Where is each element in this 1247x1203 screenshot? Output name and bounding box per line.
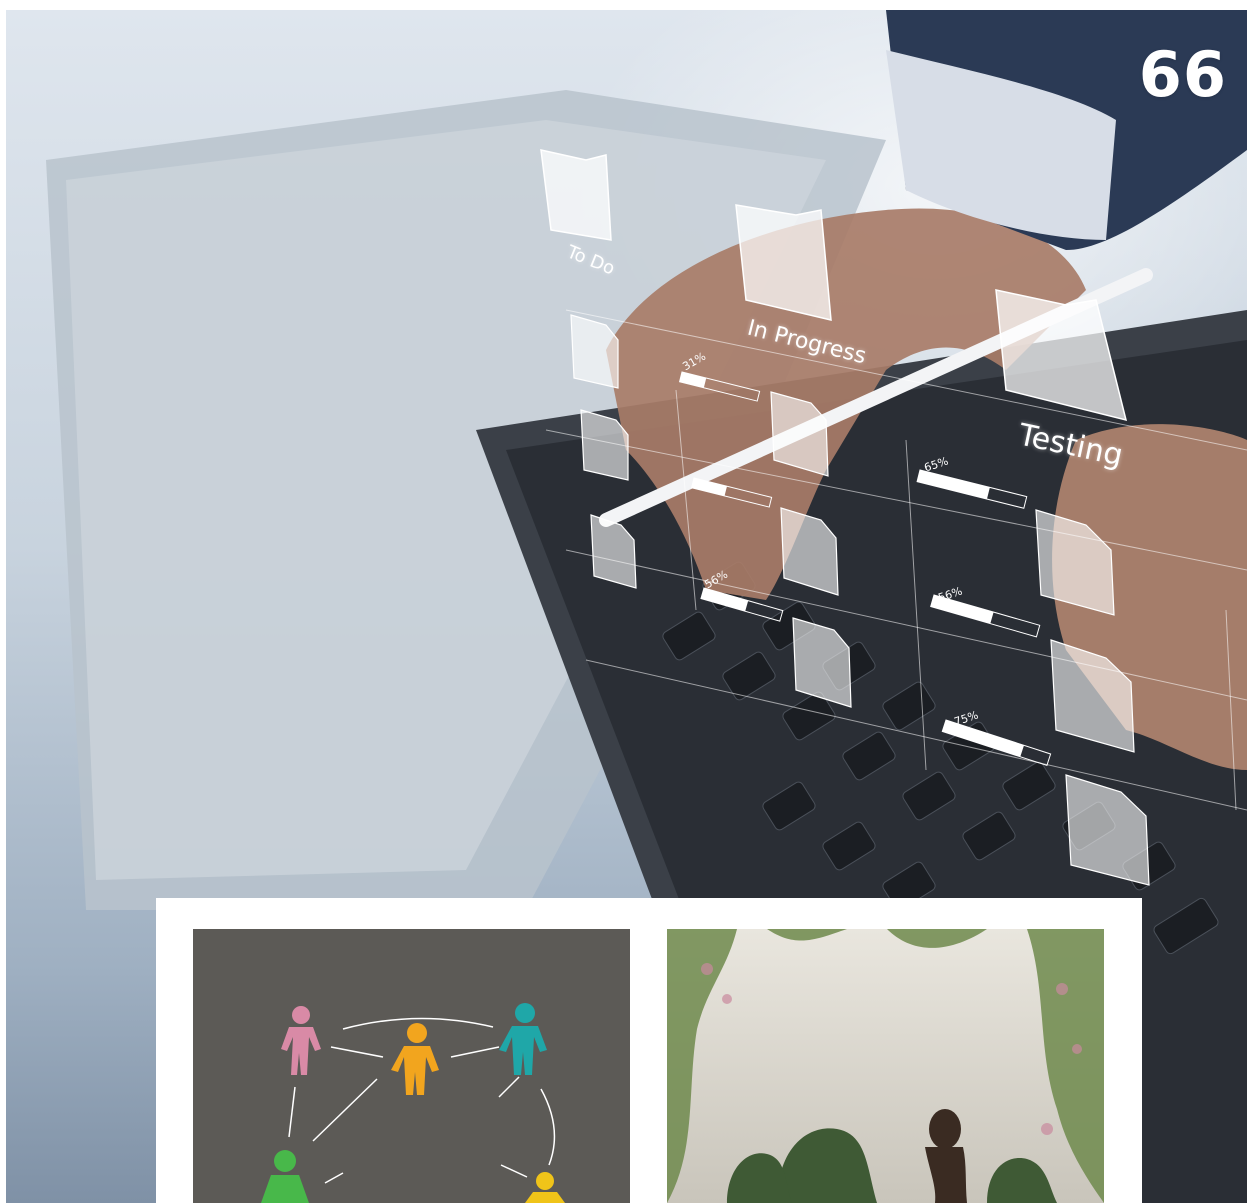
garden-woman-photo	[667, 929, 1104, 1203]
page-number: 66	[1138, 38, 1227, 111]
garden-illustration	[667, 929, 1104, 1203]
figures-illustration	[193, 929, 630, 1203]
network-figures-photo	[193, 929, 630, 1203]
photo-card	[156, 898, 1142, 1203]
